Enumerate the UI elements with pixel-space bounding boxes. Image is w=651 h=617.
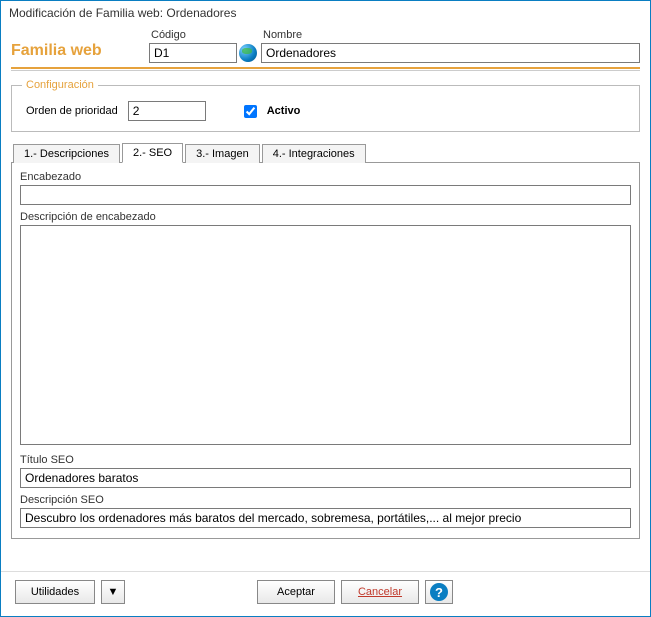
chevron-down-icon: ▼ [108,586,119,598]
activo-checkbox[interactable] [244,105,257,118]
config-legend: Configuración [22,79,98,91]
tab-imagen[interactable]: 3.- Imagen [185,144,260,163]
orden-prioridad-label: Orden de prioridad [26,105,118,117]
encabezado-label: Encabezado [20,171,631,183]
globe-icon[interactable] [239,44,257,62]
tab-panel-seo: Encabezado Descripción de encabezado Tít… [11,162,640,539]
titulo-seo-input[interactable] [20,468,631,488]
descripcion-seo-label: Descripción SEO [20,494,631,506]
nombre-label: Nombre [261,29,640,41]
tab-integraciones[interactable]: 4.- Integraciones [262,144,366,163]
desc-encabezado-textarea[interactable] [20,225,631,445]
encabezado-input[interactable] [20,185,631,205]
window-title: Modificación de Familia web: Ordenadores [1,1,650,25]
help-icon: ? [430,583,448,601]
help-button[interactable]: ? [425,580,453,604]
descripcion-seo-input[interactable] [20,508,631,528]
cancelar-button[interactable]: Cancelar [341,580,419,604]
titulo-seo-label: Título SEO [20,454,631,466]
codigo-input[interactable] [149,43,237,63]
config-fieldset: Configuración Orden de prioridad Activo [11,79,640,132]
family-web-label: Familia web [11,42,145,63]
utilidades-dropdown[interactable]: ▼ [101,580,125,604]
header-divider [11,67,640,71]
aceptar-button[interactable]: Aceptar [257,580,335,604]
tab-seo[interactable]: 2.- SEO [122,143,183,163]
codigo-label: Código [149,29,257,41]
nombre-input[interactable] [261,43,640,63]
footer-bar: Utilidades ▼ Aceptar Cancelar ? [1,571,650,616]
utilidades-button[interactable]: Utilidades [15,580,95,604]
orden-prioridad-input[interactable] [128,101,206,121]
desc-encabezado-label: Descripción de encabezado [20,211,631,223]
tab-bar: 1.- Descripciones 2.- SEO 3.- Imagen 4.-… [11,142,640,162]
activo-label: Activo [267,105,301,117]
tab-descripciones[interactable]: 1.- Descripciones [13,144,120,163]
